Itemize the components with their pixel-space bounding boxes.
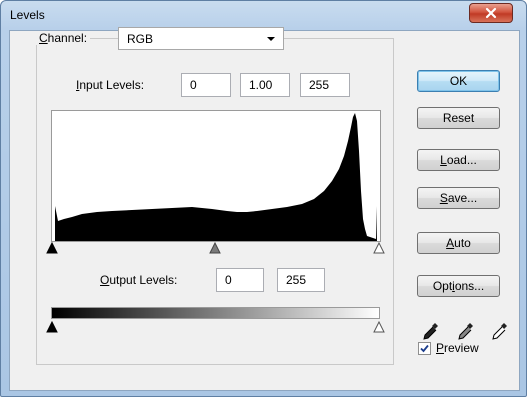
preview-checkbox[interactable] xyxy=(418,342,431,355)
dropdown-arrow-icon xyxy=(267,37,275,41)
reset-button[interactable]: Reset xyxy=(417,107,500,129)
histogram-graph xyxy=(55,113,377,241)
input-white-field[interactable]: 255 xyxy=(300,73,350,97)
gray-eyedropper-icon[interactable] xyxy=(457,321,475,341)
histogram xyxy=(51,110,381,242)
checkmark-icon xyxy=(420,344,429,353)
load-button[interactable]: Load... xyxy=(417,149,500,171)
levels-dialog: Levels Channel: RGB Input Levels: 0 1.00… xyxy=(0,0,527,397)
auto-button[interactable]: Auto xyxy=(417,232,500,254)
black-eyedropper-icon[interactable] xyxy=(422,321,440,341)
input-gamma-field[interactable]: 1.00 xyxy=(240,73,290,97)
close-button[interactable] xyxy=(469,3,513,23)
input-white-slider xyxy=(373,242,385,254)
white-eyedropper-icon[interactable] xyxy=(491,321,509,341)
ok-button[interactable]: OK xyxy=(417,70,500,92)
histogram-fill xyxy=(55,113,377,241)
dialog-client-area: Channel: RGB Input Levels: 0 1.00 255 Ou… xyxy=(9,27,520,391)
output-white-slider xyxy=(373,321,385,333)
output-gradient-bar xyxy=(51,307,380,319)
close-icon xyxy=(485,7,497,19)
channel-value: RGB xyxy=(127,32,154,46)
title-bar[interactable]: Levels xyxy=(1,1,526,29)
input-black-field[interactable]: 0 xyxy=(181,73,231,97)
input-levels-label: Input Levels: xyxy=(76,78,145,92)
output-levels-label: Output Levels: xyxy=(100,273,178,287)
output-slider[interactable] xyxy=(46,321,386,335)
preview-label[interactable]: Preview xyxy=(436,341,479,355)
channel-label: Channel: xyxy=(36,31,91,45)
output-white-field[interactable]: 255 xyxy=(277,268,325,292)
output-black-field[interactable]: 0 xyxy=(216,268,264,292)
channel-dropdown[interactable]: RGB xyxy=(118,27,284,50)
window-title: Levels xyxy=(10,8,45,22)
input-gamma-slider xyxy=(209,242,221,254)
save-button[interactable]: Save... xyxy=(417,187,500,209)
input-black-slider xyxy=(46,242,58,254)
options-button[interactable]: Options... xyxy=(417,275,500,297)
input-slider[interactable] xyxy=(46,242,386,256)
output-black-slider xyxy=(46,321,58,333)
